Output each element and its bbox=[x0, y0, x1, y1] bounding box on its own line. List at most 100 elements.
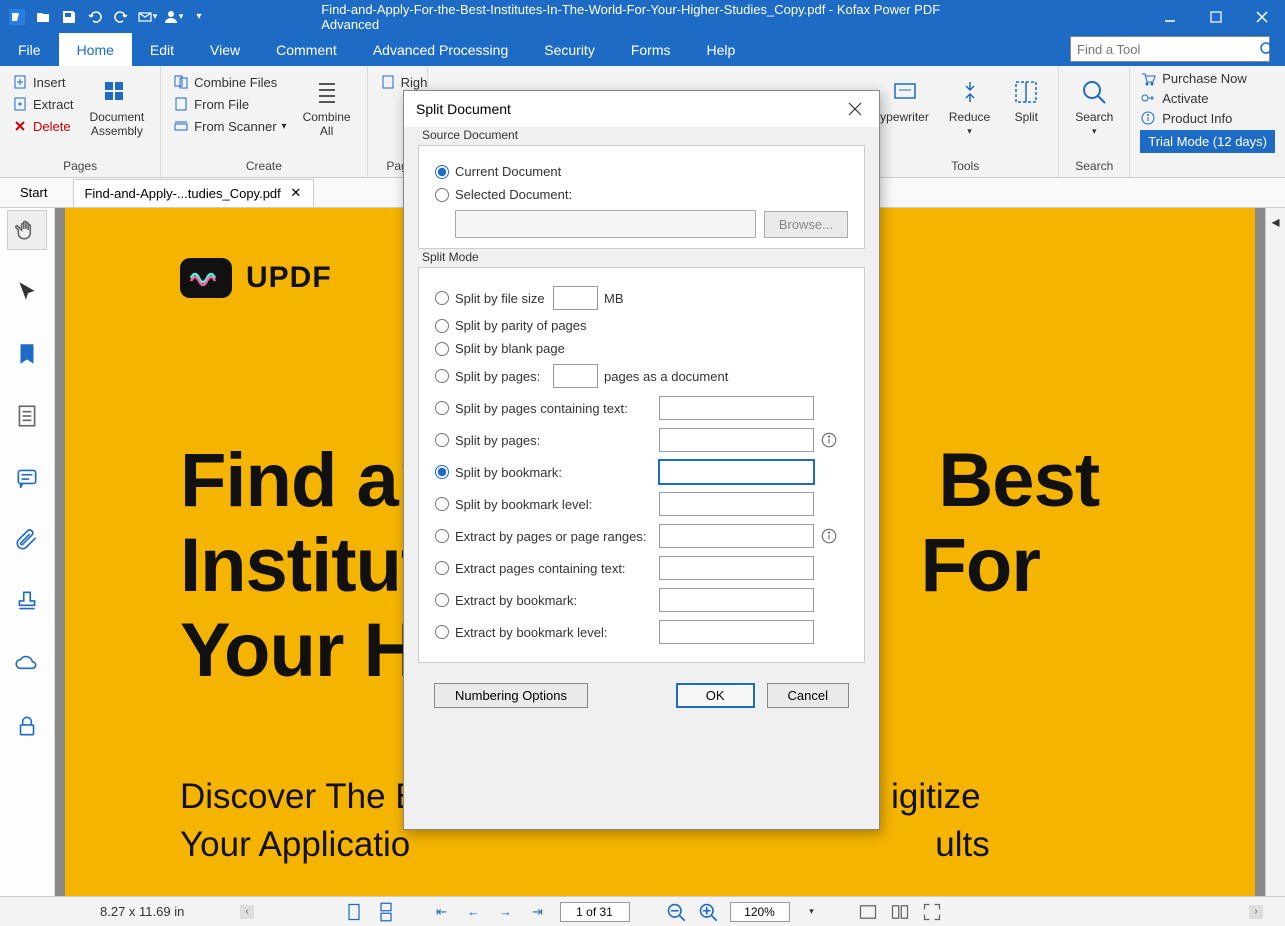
pages-text-input[interactable] bbox=[659, 396, 814, 420]
first-page-icon[interactable]: ⇤ bbox=[432, 902, 452, 922]
info-icon[interactable] bbox=[820, 527, 838, 545]
menu-advanced[interactable]: Advanced Processing bbox=[355, 33, 526, 66]
qat-dropdown-icon[interactable]: ▾ bbox=[188, 6, 210, 28]
find-tool-input[interactable] bbox=[1071, 42, 1259, 57]
mail-icon[interactable]: ▾ bbox=[136, 6, 158, 28]
product-info-button[interactable]: Product Info bbox=[1140, 110, 1275, 126]
menu-help[interactable]: Help bbox=[689, 33, 754, 66]
split-pages2-radio[interactable]: Split by pages: bbox=[435, 428, 848, 452]
source-doc-legend: Source Document bbox=[418, 128, 522, 142]
selected-doc-radio[interactable]: Selected Document: bbox=[435, 187, 848, 202]
from-scanner-button[interactable]: From Scanner▾ bbox=[169, 116, 290, 136]
split-button[interactable]: Split bbox=[1002, 72, 1050, 128]
current-doc-radio[interactable]: Current Document bbox=[435, 164, 848, 179]
open-icon[interactable] bbox=[32, 6, 54, 28]
menu-edit[interactable]: Edit bbox=[132, 33, 192, 66]
split-bookmark-radio[interactable]: Split by bookmark: bbox=[435, 460, 848, 484]
menu-forms[interactable]: Forms bbox=[613, 33, 689, 66]
last-page-icon[interactable]: ⇥ bbox=[528, 902, 548, 922]
purchase-now-button[interactable]: Purchase Now bbox=[1140, 70, 1275, 86]
extract-pages-text-input[interactable] bbox=[659, 556, 814, 580]
split-blank-radio[interactable]: Split by blank page bbox=[435, 341, 848, 356]
zoom-in-icon[interactable] bbox=[698, 902, 718, 922]
redo-icon[interactable] bbox=[110, 6, 132, 28]
stamps-panel-icon[interactable] bbox=[7, 582, 47, 622]
extract-bookmark-radio[interactable]: Extract by bookmark: bbox=[435, 588, 848, 612]
numbering-options-button[interactable]: Numbering Options bbox=[434, 683, 588, 708]
extract-bookmark-input[interactable] bbox=[659, 588, 814, 612]
menu-file[interactable]: File bbox=[0, 33, 59, 66]
start-tab[interactable]: Start bbox=[0, 179, 67, 207]
save-icon[interactable] bbox=[58, 6, 80, 28]
prev-page-icon[interactable]: ← bbox=[464, 902, 484, 922]
bookmark-input[interactable] bbox=[659, 460, 814, 484]
single-page-icon[interactable] bbox=[344, 902, 364, 922]
insert-button[interactable]: Insert bbox=[8, 72, 77, 92]
scroll-right-button[interactable]: › bbox=[1249, 905, 1263, 919]
pages2-input[interactable] bbox=[659, 428, 814, 452]
minimize-button[interactable] bbox=[1147, 0, 1193, 33]
dialog-close-icon[interactable] bbox=[843, 97, 867, 121]
right-button[interactable]: Right bbox=[376, 72, 428, 92]
filesize-input[interactable] bbox=[553, 286, 598, 310]
menu-security[interactable]: Security bbox=[526, 33, 613, 66]
find-tool-box[interactable] bbox=[1070, 36, 1270, 62]
menu-home[interactable]: Home bbox=[59, 33, 132, 66]
zoom-out-icon[interactable] bbox=[666, 902, 686, 922]
document-assembly-button[interactable]: Document Assembly bbox=[81, 72, 152, 143]
fit-page-icon[interactable] bbox=[890, 902, 910, 922]
delete-button[interactable]: Delete bbox=[8, 116, 77, 136]
arrow-tool-icon[interactable] bbox=[7, 272, 47, 312]
combine-all-button[interactable]: Combine All bbox=[295, 72, 359, 143]
split-pages-text-radio[interactable]: Split by pages containing text: bbox=[435, 396, 848, 420]
extract-pages-input[interactable] bbox=[659, 524, 814, 548]
search-button[interactable]: Search▾ bbox=[1067, 72, 1121, 141]
fit-width-icon[interactable] bbox=[858, 902, 878, 922]
combine-files-button[interactable]: Combine Files bbox=[169, 72, 290, 92]
next-page-icon[interactable]: → bbox=[496, 902, 516, 922]
scroll-left-button[interactable]: ‹ bbox=[240, 905, 254, 919]
extract-bookmark-level-radio[interactable]: Extract by bookmark level: bbox=[435, 620, 848, 644]
extract-pages-radio[interactable]: Extract by pages or page ranges: bbox=[435, 524, 848, 548]
bookmark-level-input[interactable] bbox=[659, 492, 814, 516]
from-file-button[interactable]: From File bbox=[169, 94, 290, 114]
continuous-page-icon[interactable] bbox=[376, 902, 396, 922]
extract-button[interactable]: Extract bbox=[8, 94, 77, 114]
undo-icon[interactable] bbox=[84, 6, 106, 28]
tab-close-icon[interactable]: ✕ bbox=[289, 186, 303, 200]
cancel-button[interactable]: Cancel bbox=[767, 683, 849, 708]
reduce-button[interactable]: Reduce▾ bbox=[941, 72, 998, 141]
hand-tool-icon[interactable] bbox=[7, 210, 47, 250]
security-panel-icon[interactable] bbox=[7, 706, 47, 746]
zoom-dropdown-icon[interactable]: ▾ bbox=[802, 902, 822, 922]
menu-view[interactable]: View bbox=[192, 33, 258, 66]
pages-input[interactable] bbox=[553, 364, 598, 388]
expand-panel-icon[interactable]: ◂ bbox=[1271, 212, 1279, 232]
cloud-panel-icon[interactable] bbox=[7, 644, 47, 684]
window-title: Find-and-Apply-For-the-Best-Institutes-I… bbox=[321, 2, 964, 32]
zoom-input[interactable] bbox=[730, 902, 790, 922]
document-tab[interactable]: Find-and-Apply-...tudies_Copy.pdf ✕ bbox=[73, 179, 313, 207]
split-filesize-radio[interactable]: Split by file sizeMB bbox=[435, 286, 848, 310]
info-icon[interactable] bbox=[820, 431, 838, 449]
close-button[interactable] bbox=[1239, 0, 1285, 33]
menu-comment[interactable]: Comment bbox=[258, 33, 355, 66]
ok-button[interactable]: OK bbox=[676, 683, 755, 708]
split-parity-radio[interactable]: Split by parity of pages bbox=[435, 318, 848, 333]
maximize-button[interactable] bbox=[1193, 0, 1239, 33]
pages-panel-icon[interactable] bbox=[7, 396, 47, 436]
split-pages-radio[interactable]: Split by pages:pages as a document bbox=[435, 364, 848, 388]
attachments-panel-icon[interactable] bbox=[7, 520, 47, 560]
app-icon[interactable] bbox=[6, 6, 28, 28]
page-number-input[interactable] bbox=[560, 902, 630, 922]
extract-pages-text-radio[interactable]: Extract pages containing text: bbox=[435, 556, 848, 580]
user-icon[interactable]: ▾ bbox=[162, 6, 184, 28]
bookmark-panel-icon[interactable] bbox=[7, 334, 47, 374]
typewriter-button[interactable]: ypewriter bbox=[880, 72, 937, 128]
activate-button[interactable]: Activate bbox=[1140, 90, 1275, 106]
fullscreen-icon[interactable] bbox=[922, 902, 942, 922]
search-icon[interactable] bbox=[1259, 41, 1275, 57]
comments-panel-icon[interactable] bbox=[7, 458, 47, 498]
extract-bookmark-level-input[interactable] bbox=[659, 620, 814, 644]
split-bookmark-level-radio[interactable]: Split by bookmark level: bbox=[435, 492, 848, 516]
